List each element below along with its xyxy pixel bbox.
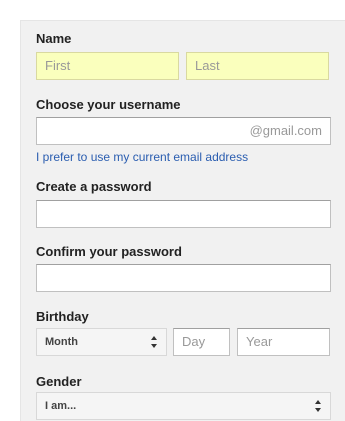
first-name-input[interactable]: First xyxy=(36,52,179,80)
month-value: Month xyxy=(45,336,78,348)
birthday-day-input[interactable]: Day xyxy=(173,328,230,356)
last-name-input[interactable]: Last xyxy=(186,52,329,80)
select-arrows-icon xyxy=(315,400,321,412)
gender-value: I am... xyxy=(45,400,77,412)
birthday-label: Birthday xyxy=(36,309,89,324)
username-input[interactable]: @gmail.com xyxy=(36,117,331,145)
gender-label: Gender xyxy=(36,374,82,389)
password-label: Create a password xyxy=(36,179,152,194)
password-input[interactable] xyxy=(36,200,331,228)
select-arrows-icon xyxy=(151,336,157,348)
gmail-suffix: @gmail.com xyxy=(249,123,322,138)
birthday-month-select[interactable]: Month xyxy=(36,328,167,356)
confirm-password-input[interactable] xyxy=(36,264,331,292)
last-name-placeholder: Last xyxy=(195,58,220,73)
day-placeholder: Day xyxy=(182,334,206,349)
birthday-year-input[interactable]: Year xyxy=(237,328,330,356)
year-placeholder: Year xyxy=(246,334,273,349)
username-label: Choose your username xyxy=(36,97,181,112)
first-name-placeholder: First xyxy=(45,58,71,73)
name-label: Name xyxy=(36,31,72,46)
signup-form: Name First Last Choose your username @gm… xyxy=(20,20,345,421)
use-current-email-link[interactable]: I prefer to use my current email address xyxy=(36,150,248,164)
gender-select[interactable]: I am... xyxy=(36,392,331,420)
confirm-password-label: Confirm your password xyxy=(36,244,182,259)
